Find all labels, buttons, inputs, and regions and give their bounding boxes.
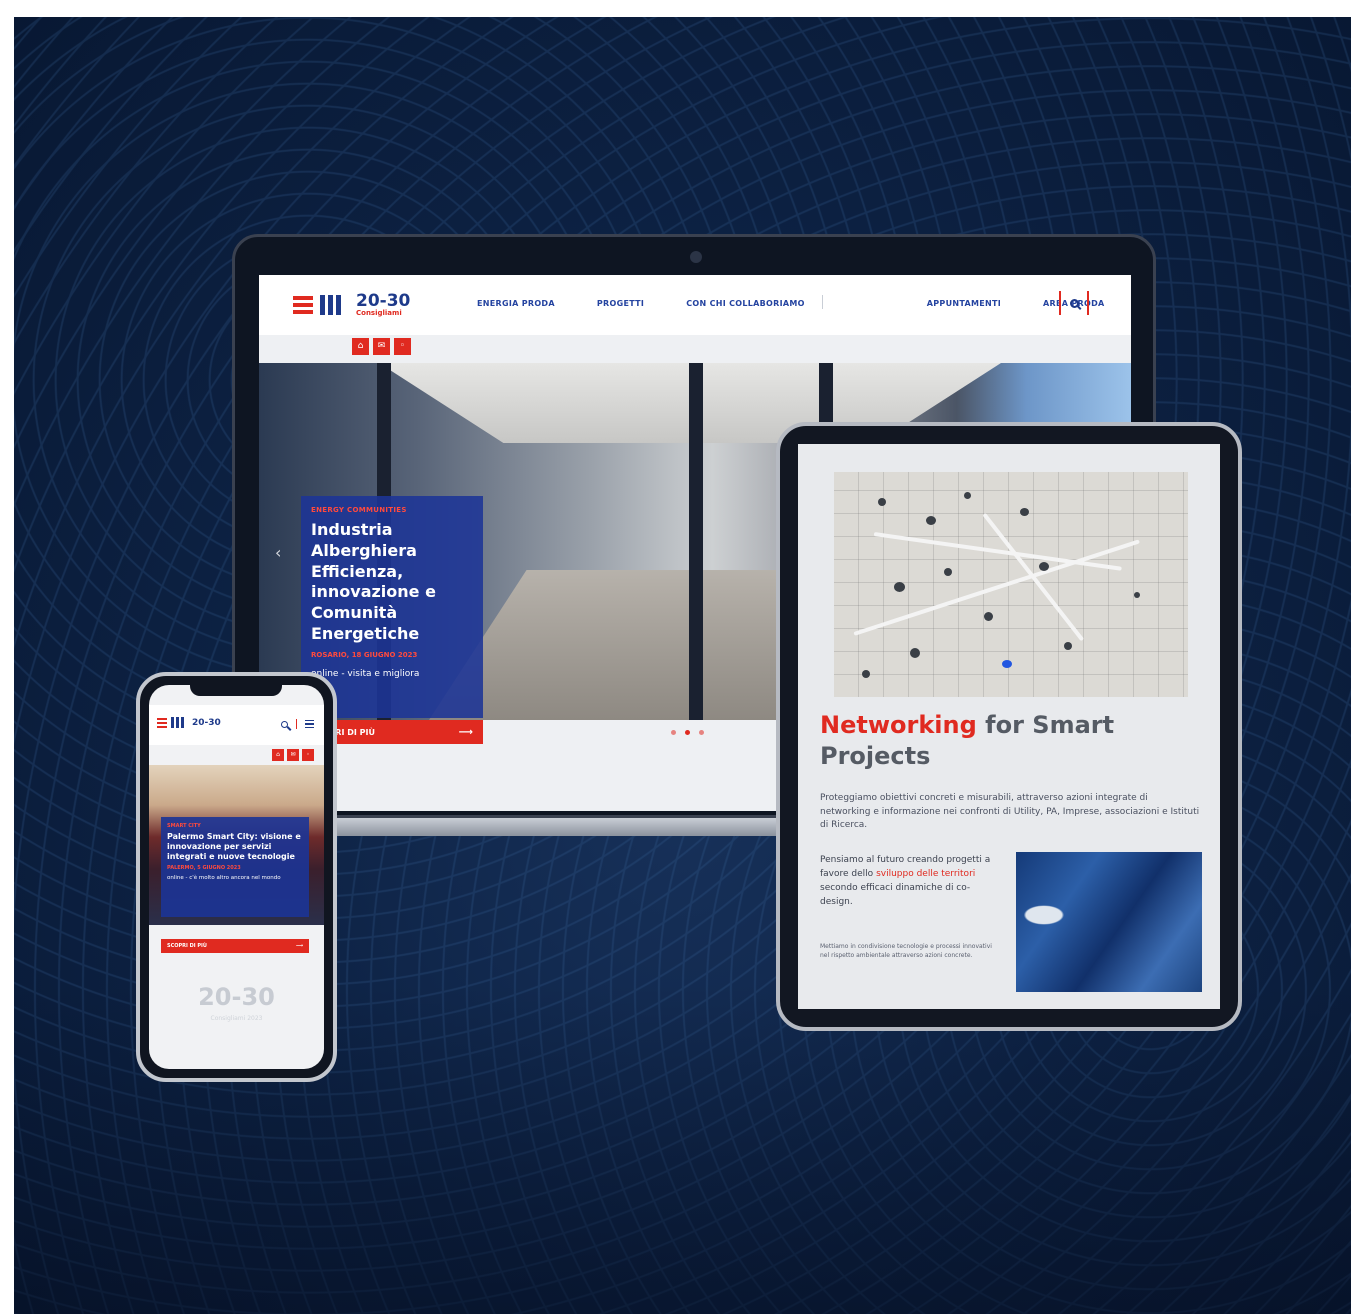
nav-item-collaboriamo[interactable]: CON CHI COLLABORIAMO	[686, 299, 805, 308]
hero-image-pillar	[689, 363, 703, 720]
phone-device: 20-30 ⌂ ✉ ◦ SMART CITY Palermo Smart Cit…	[136, 672, 337, 1082]
tablet-small-text: Mettiamo in condivisione tecnologie e pr…	[820, 943, 992, 959]
social-icons: ⌂ ✉ ◦	[352, 338, 411, 355]
laptop-camera	[690, 251, 702, 263]
mail-icon[interactable]: ✉	[373, 338, 390, 355]
nav-item-energia[interactable]: ENERGIA PRODA	[477, 299, 555, 308]
share-icon[interactable]: ◦	[302, 749, 314, 761]
heading-accent: Networking	[820, 711, 977, 739]
tablet-device: Networking for Smart Projects Proteggiam…	[776, 422, 1242, 1031]
phone-header: 20-30	[149, 705, 324, 745]
phone-cta-label: SCOPRI DI PIÙ	[167, 943, 207, 949]
logo-bars-icon	[320, 295, 341, 315]
phone-header-icons	[281, 719, 314, 729]
hamburger-menu-icon[interactable]	[305, 719, 314, 729]
nav-divider	[822, 295, 823, 309]
map-image	[834, 472, 1188, 697]
search-icon[interactable]	[281, 720, 288, 728]
carousel-dot[interactable]	[671, 730, 676, 735]
phone-notch	[190, 682, 282, 696]
phone-hero-title: Palermo Smart City: visione e innovazion…	[167, 832, 301, 861]
phone-hero-card: SMART CITY Palermo Smart City: visione e…	[161, 817, 309, 917]
arrow-right-icon: ⟶	[295, 943, 303, 949]
tablet-paragraph: Proteggiamo obiettivi concreti e misurab…	[820, 793, 1200, 830]
share-icon[interactable]: ◦	[394, 338, 411, 355]
nav-item-progetti[interactable]: PROGETTI	[597, 299, 644, 308]
logo-stripes-icon	[293, 296, 313, 314]
device-mockup-scene: 20-30 Consigliami ENERGIA PRODA PROGETTI…	[14, 17, 1351, 1314]
hero-title: Industria Alberghiera Efficienza, innova…	[311, 520, 436, 643]
phone-footer-logo: 20-30	[198, 983, 275, 1011]
tablet-heading: Networking for Smart Projects	[820, 710, 1220, 772]
home-icon[interactable]: ⌂	[272, 749, 284, 761]
phone-footer-subtitle: Consigliami 2023	[210, 1015, 263, 1022]
logo-stripes-icon	[157, 717, 167, 728]
satellite-image	[1016, 852, 1202, 992]
hero-description: online - visita e migliora	[311, 668, 420, 679]
site-header: 20-30 Consigliami ENERGIA PRODA PROGETTI…	[259, 275, 1131, 335]
carousel-dot-active[interactable]	[685, 730, 690, 735]
tablet-column-text: Pensiamo al futuro creando progetti a fa…	[820, 855, 991, 907]
carousel-dot[interactable]	[699, 730, 704, 735]
phone-logo[interactable]: 20-30	[157, 717, 221, 728]
logo-title: 20-30	[356, 291, 411, 311]
phone-logo-text: 20-30	[192, 717, 221, 728]
site-logo[interactable]: 20-30 Consigliami	[293, 293, 410, 317]
phone-screen: 20-30 ⌂ ✉ ◦ SMART CITY Palermo Smart Cit…	[149, 685, 324, 1069]
search-button[interactable]	[1059, 291, 1089, 315]
nav-item-appuntamenti[interactable]: APPUNTAMENTI	[927, 299, 1001, 308]
hero-prev-arrow[interactable]: ‹	[275, 543, 281, 562]
phone-hero-description: online - c'è molto altro ancora nel mond…	[167, 875, 281, 881]
main-nav: ENERGIA PRODA PROGETTI CON CHI COLLABORI…	[477, 299, 1105, 308]
logo-subtitle: Consigliami	[356, 309, 402, 317]
home-icon[interactable]: ⌂	[352, 338, 369, 355]
phone-hero-eyebrow: SMART CITY	[167, 823, 201, 829]
carousel-dots	[671, 730, 704, 735]
phone-cta-button[interactable]: SCOPRI DI PIÙ ⟶	[161, 939, 309, 953]
hero-eyebrow: ENERGY COMMUNITIES	[311, 506, 407, 514]
phone-social-icons: ⌂ ✉ ◦	[272, 749, 314, 761]
tablet-screen: Networking for Smart Projects Proteggiam…	[798, 444, 1220, 1009]
nav-spacer	[847, 299, 885, 308]
logo-bars-icon	[171, 717, 184, 728]
map-pin-icon	[1002, 660, 1012, 668]
search-icon	[1069, 298, 1079, 308]
mail-icon[interactable]: ✉	[287, 749, 299, 761]
highlight-link[interactable]: sviluppo delle territori	[876, 869, 975, 879]
arrow-right-icon: ⟶	[458, 726, 473, 738]
phone-hero-date: PALERMO, 5 GIUGNO 2023	[167, 865, 241, 871]
hero-date: ROSARIO, 18 GIUGNO 2023	[311, 650, 418, 659]
